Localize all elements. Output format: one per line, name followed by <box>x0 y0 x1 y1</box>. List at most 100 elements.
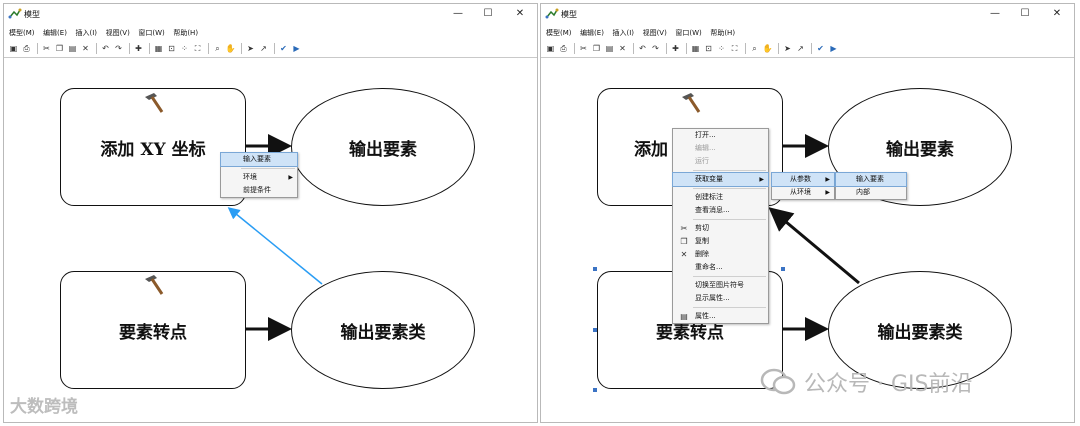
selection-handle[interactable] <box>593 388 597 392</box>
cut-icon[interactable]: ✂ <box>578 43 589 54</box>
menu-item-input-features[interactable]: 输入要素 <box>835 172 907 187</box>
menu-item-delete[interactable]: ✕ 删除 <box>673 248 768 261</box>
delete-icon[interactable]: ✕ <box>617 43 628 54</box>
menu-window[interactable]: 窗口(W) <box>675 25 701 41</box>
zoom-icon[interactable]: ⌕ <box>749 43 760 54</box>
undo-icon[interactable]: ↶ <box>637 43 648 54</box>
context-menu: 输入要素 环境 ▶ 前提条件 <box>220 152 298 198</box>
copy-icon[interactable]: ❐ <box>54 43 65 54</box>
undo-icon[interactable]: ↶ <box>100 43 111 54</box>
menu-model[interactable]: 模型(M) <box>9 25 35 41</box>
pan-icon[interactable]: ✋ <box>762 43 773 54</box>
full-extent-icon[interactable]: ⊡ <box>166 43 177 54</box>
model-canvas[interactable]: 添加 XY 坐标 输出要素 要素转点 输出要素类 输入要素 环境 ▶ 前提条件 <box>4 57 537 422</box>
paste-icon[interactable]: ▤ <box>67 43 78 54</box>
app-model-icon <box>545 8 559 19</box>
toolbar-separator <box>778 43 779 54</box>
pan-icon[interactable]: ✋ <box>225 43 236 54</box>
run-icon[interactable]: ▶ <box>291 43 302 54</box>
menu-view[interactable]: 视图(V) <box>643 25 667 41</box>
menu-edit[interactable]: 编辑(E) <box>43 25 67 41</box>
menu-item-get-variable[interactable]: 获取变量 ▶ <box>672 172 769 187</box>
connector-precondition[interactable] <box>227 207 323 285</box>
select-icon[interactable]: ➤ <box>245 43 256 54</box>
print-icon[interactable]: ⎙ <box>21 43 32 54</box>
toolbar-separator <box>37 43 38 54</box>
auto-layout-icon[interactable]: ▦ <box>153 43 164 54</box>
add-data-icon[interactable]: ✚ <box>670 43 681 54</box>
menu-item-open[interactable]: 打开... <box>673 129 768 142</box>
menu-help[interactable]: 帮助(H) <box>710 25 735 41</box>
minimize-icon[interactable]: — <box>982 6 1008 22</box>
maximize-icon[interactable]: ☐ <box>1012 6 1038 22</box>
model-window-left: 模型 — ☐ ✕ 模型(M) 编辑(E) 插入(I) 视图(V) 窗口(W) 帮… <box>3 3 538 423</box>
connect-icon[interactable]: ↗ <box>795 43 806 54</box>
menu-window[interactable]: 窗口(W) <box>138 25 164 41</box>
menu-item-preconditions[interactable]: 前提条件 <box>221 184 297 197</box>
output-node-label: 输出要素类 <box>340 322 426 343</box>
selection-handle[interactable] <box>593 267 597 271</box>
menu-item-switch-symbol[interactable]: 切换至图片符号 <box>673 279 768 292</box>
hammer-icon <box>145 93 164 113</box>
close-icon[interactable]: ✕ <box>507 6 533 22</box>
toolbar-separator <box>686 43 687 54</box>
menu-item-create-label[interactable]: 创建标注 <box>673 191 768 204</box>
redo-icon[interactable]: ↷ <box>113 43 124 54</box>
menu-item-internal[interactable]: 内部 <box>836 186 906 199</box>
cut-icon[interactable]: ✂ <box>41 43 52 54</box>
context-menu: 打开... 编辑... 运行 获取变量 ▶ 创建标注 查看消息... ✂ 剪切 ❐ 复… <box>672 128 769 324</box>
menu-item-show-properties[interactable]: 显示属性... <box>673 292 768 305</box>
selection-handle[interactable] <box>781 267 785 271</box>
delete-icon[interactable]: ✕ <box>80 43 91 54</box>
paste-icon[interactable]: ▤ <box>604 43 615 54</box>
maximize-icon[interactable]: ☐ <box>475 6 501 22</box>
menu-help[interactable]: 帮助(H) <box>173 25 198 41</box>
output-node-feature-class[interactable]: 输出要素类 <box>291 271 475 389</box>
menu-item-from-environment[interactable]: 从环境 ▶ <box>772 186 834 199</box>
menu-view[interactable]: 视图(V) <box>106 25 130 41</box>
connect-icon[interactable]: ↗ <box>258 43 269 54</box>
run-icon[interactable]: ▶ <box>828 43 839 54</box>
fixed-zoom-out-icon[interactable]: ⛶ <box>192 43 203 54</box>
window-title: 模型 <box>561 10 577 19</box>
output-node-features[interactable]: 输出要素 <box>291 88 475 206</box>
zoom-icon[interactable]: ⌕ <box>212 43 223 54</box>
print-icon[interactable]: ⎙ <box>558 43 569 54</box>
menu-item-cut[interactable]: ✂ 剪切 <box>673 222 768 235</box>
menu-item-from-parameter[interactable]: 从参数 ▶ <box>771 172 835 187</box>
copy-icon[interactable]: ❐ <box>591 43 602 54</box>
validate-icon[interactable]: ✔ <box>278 43 289 54</box>
add-data-icon[interactable]: ✚ <box>133 43 144 54</box>
minimize-icon[interactable]: — <box>445 6 471 22</box>
menu-item-label: 复制 <box>695 237 709 245</box>
toolbar: ▣ ⎙ ✂ ❐ ▤ ✕ ↶ ↷ ✚ ▦ ⊡ ⁘ ⛶ ⌕ ✋ ➤ ↗ ✔ ▶ <box>8 41 537 56</box>
menu-item-view-messages[interactable]: 查看消息... <box>673 204 768 217</box>
auto-layout-icon[interactable]: ▦ <box>690 43 701 54</box>
menu-insert[interactable]: 插入(I) <box>76 25 98 41</box>
chat-bubble-icon <box>760 368 796 395</box>
fixed-zoom-out-icon[interactable]: ⛶ <box>729 43 740 54</box>
submenu-get-variable: 从参数 ▶ 从环境 ▶ <box>771 172 835 200</box>
menu-model[interactable]: 模型(M) <box>546 25 572 41</box>
save-icon[interactable]: ▣ <box>545 43 556 54</box>
fixed-zoom-in-icon[interactable]: ⁘ <box>179 43 190 54</box>
menu-separator <box>693 219 766 220</box>
menu-insert[interactable]: 插入(I) <box>613 25 635 41</box>
select-icon[interactable]: ➤ <box>782 43 793 54</box>
menu-edit[interactable]: 编辑(E) <box>580 25 604 41</box>
scissors-icon: ✂ <box>680 224 688 233</box>
close-icon[interactable]: ✕ <box>1044 6 1070 22</box>
menu-item-copy[interactable]: ❐ 复制 <box>673 235 768 248</box>
menu-item-rename[interactable]: 重命名... <box>673 261 768 274</box>
fixed-zoom-in-icon[interactable]: ⁘ <box>716 43 727 54</box>
redo-icon[interactable]: ↷ <box>650 43 661 54</box>
connector-precondition[interactable] <box>768 207 860 285</box>
submenu-arrow-icon: ▶ <box>825 176 830 183</box>
menu-item-properties[interactable]: ▤ 属性... <box>673 310 768 323</box>
full-extent-icon[interactable]: ⊡ <box>703 43 714 54</box>
menu-item-environment[interactable]: 环境 ▶ <box>221 171 297 184</box>
validate-icon[interactable]: ✔ <box>815 43 826 54</box>
save-icon[interactable]: ▣ <box>8 43 19 54</box>
menu-item-input-features[interactable]: 输入要素 <box>220 152 298 167</box>
selection-handle[interactable] <box>593 328 597 332</box>
